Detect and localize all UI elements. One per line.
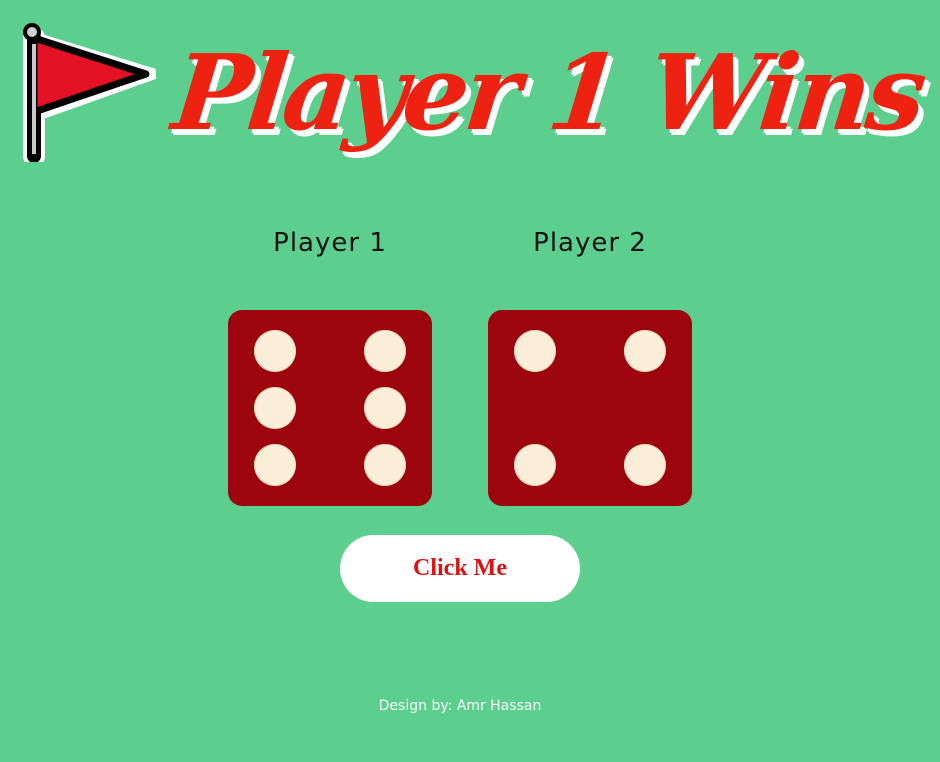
player-1-die [228,310,432,506]
roll-button[interactable]: Click Me [340,535,580,602]
flag-icon [23,23,156,162]
die-pip [364,387,407,429]
die-pip [253,387,296,429]
die-pip [513,330,556,373]
die-pip [253,443,296,486]
die-pip [624,330,667,373]
player-2-label: Player 2 [533,228,647,258]
player-2-die [488,310,692,506]
die-pip [364,330,407,373]
player-1-label: Player 1 [273,228,387,258]
die-pip [513,443,556,486]
die-pip [624,443,667,486]
die-pip [253,330,296,373]
page-title: Player 1 Wins ! [167,31,940,154]
footer-credit: Design by: Amr Hassan [378,698,542,714]
die-pip [364,443,407,486]
